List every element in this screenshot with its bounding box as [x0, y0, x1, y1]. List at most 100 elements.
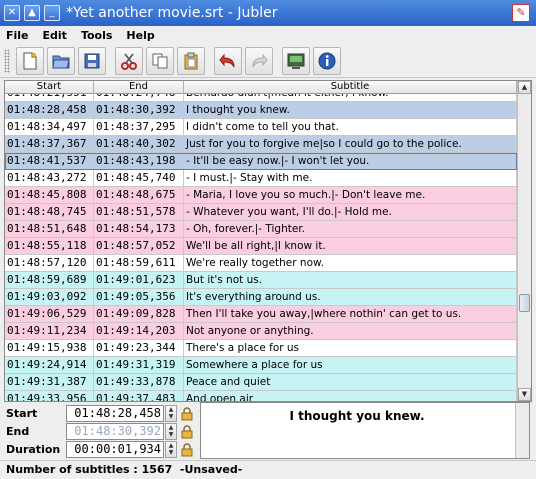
- app-icon: ✎: [512, 4, 530, 22]
- cut-button[interactable]: [115, 46, 143, 75]
- cell-subtitle: There's a place for us: [184, 340, 517, 356]
- redo-button[interactable]: [245, 46, 273, 75]
- cell-start: 01:48:21,551: [5, 94, 94, 101]
- toolbar: [0, 44, 536, 78]
- table-row[interactable]: 01:48:45,808 01:48:48,675- Maria, I love …: [5, 187, 517, 204]
- table-row[interactable]: 01:49:06,529 01:49:09,828 Then I'll take y…: [5, 306, 517, 323]
- scroll-down-button[interactable]: ▼: [518, 388, 531, 401]
- cell-subtitle: Peace and quiet: [184, 374, 517, 390]
- table-row[interactable]: 01:48:48,745 01:48:51,578- Whatever you w…: [5, 204, 517, 221]
- toolbar-grip[interactable]: [4, 48, 10, 73]
- title-bar: ✕ ▲ _ *Yet another movie.srt - Jubler ✎: [0, 0, 536, 26]
- cell-subtitle: And open air: [184, 391, 517, 401]
- cell-subtitle: Bernardo didn't|mean it either, I know.: [184, 94, 517, 101]
- table-row[interactable]: 01:48:43,272 01:48:45,740- I must.|- Stay…: [5, 170, 517, 187]
- cell-end: 01:48:30,392: [94, 102, 184, 118]
- window-title: *Yet another movie.srt - Jubler: [66, 5, 278, 21]
- scroll-up-button[interactable]: ▲: [518, 81, 531, 94]
- scroll-thumb[interactable]: [519, 294, 530, 312]
- cell-subtitle: It's everything around us.: [184, 289, 517, 305]
- info-button[interactable]: [313, 46, 341, 75]
- cell-subtitle: Just for you to forgive me|so I could go…: [184, 136, 517, 152]
- table-row[interactable]: 01:48:21,55101:48:24,748Bernardo didn't|…: [5, 94, 517, 102]
- undo-button[interactable]: [214, 46, 242, 75]
- save-file-button[interactable]: [78, 46, 106, 75]
- table-row[interactable]: 01:49:03,092 01:49:05,356 It's everything …: [5, 289, 517, 306]
- duration-lock-icon[interactable]: [180, 442, 194, 457]
- cell-end: 01:48:40,302: [94, 136, 184, 152]
- end-time-spinner[interactable]: ▲ ▼: [165, 423, 177, 440]
- start-lock-icon[interactable]: [180, 406, 194, 421]
- cell-end: 01:49:37,483: [94, 391, 184, 401]
- table-rows: 01:48:21,55101:48:24,748Bernardo didn't|…: [5, 94, 517, 401]
- cell-end: 01:49:05,356: [94, 289, 184, 305]
- cell-subtitle: I thought you knew.: [184, 102, 517, 118]
- cell-end: 01:49:01,623: [94, 272, 184, 288]
- table-row[interactable]: 01:49:11,234 01:49:14,203 Not anyone or an…: [5, 323, 517, 340]
- table-row[interactable]: 01:48:41,537 01:48:43,198- It'll be easy …: [5, 153, 517, 170]
- table-row[interactable]: 01:48:34,497 01:48:37,295 I didn't come to…: [5, 119, 517, 136]
- end-lock-icon[interactable]: [180, 424, 194, 439]
- paste-button[interactable]: [177, 46, 205, 75]
- column-header-end[interactable]: End: [94, 81, 184, 94]
- cell-subtitle: Somewhere a place for us: [184, 357, 517, 373]
- cell-subtitle: - It'll be easy now.|- I won't let you.: [184, 153, 517, 169]
- maximize-window-button[interactable]: ▲: [24, 5, 40, 21]
- subtitle-editor: Start 01:48:28,458 ▲ ▼ End 01:48:30,392 ▲…: [0, 402, 536, 460]
- table-row[interactable]: 01:48:55,118 01:48:57,052 We'll be all rig…: [5, 238, 517, 255]
- cell-subtitle: I didn't come to tell you that.: [184, 119, 517, 135]
- copy-button[interactable]: [146, 46, 174, 75]
- column-header-subtitle[interactable]: Subtitle: [184, 81, 517, 94]
- subtitle-table[interactable]: Start End Subtitle 01:48:21,55101:48:24,…: [4, 80, 532, 402]
- cell-end: 01:49:31,319: [94, 357, 184, 373]
- table-row[interactable]: 01:48:28,458 01:48:30,392 I thought you kn…: [5, 102, 517, 119]
- cell-start: 01:48:45,808: [5, 187, 94, 203]
- table-row[interactable]: 01:48:37,367 01:48:40,302 Just for you to …: [5, 136, 517, 153]
- duration-field[interactable]: 00:00:01,934: [66, 441, 164, 458]
- table-row[interactable]: 01:49:31,387 01:49:33,878 Peace and quiet: [5, 374, 517, 391]
- close-window-button[interactable]: ✕: [4, 5, 20, 21]
- cell-subtitle: Not anyone or anything.: [184, 323, 517, 339]
- status-bar: Number of subtitles : 1567 -Unsaved-: [0, 460, 536, 479]
- minimize-window-button[interactable]: _: [44, 5, 60, 21]
- preview-button[interactable]: [282, 46, 310, 75]
- table-row[interactable]: 01:49:15,938 01:49:23,344 There's a place …: [5, 340, 517, 357]
- table-row[interactable]: 01:49:33,956 01:49:37,483 And open air: [5, 391, 517, 401]
- cell-start: 01:48:37,367: [5, 136, 94, 152]
- table-vertical-scrollbar[interactable]: ▲ ▼: [517, 81, 531, 401]
- cell-start: 01:48:41,537: [5, 153, 94, 169]
- duration-spinner[interactable]: ▲ ▼: [165, 441, 177, 458]
- subtitle-text-scrollbar[interactable]: [515, 403, 529, 458]
- cell-subtitle: But it's not us.: [184, 272, 517, 288]
- end-time-field[interactable]: 01:48:30,392: [66, 423, 164, 440]
- cell-end: 01:49:09,828: [94, 306, 184, 322]
- table-row[interactable]: 01:48:59,689 01:49:01,623 But it's not us.: [5, 272, 517, 289]
- menu-edit[interactable]: Edit: [43, 29, 67, 42]
- cell-subtitle: We're really together now.: [184, 255, 517, 271]
- cell-start: 01:49:03,092: [5, 289, 94, 305]
- cell-end: 01:48:51,578: [94, 204, 184, 220]
- end-label: End: [6, 425, 30, 438]
- cell-start: 01:48:57,120: [5, 255, 94, 271]
- start-time-spinner[interactable]: ▲ ▼: [165, 405, 177, 422]
- duration-label: Duration: [6, 443, 61, 456]
- subtitle-text-area[interactable]: I thought you knew.: [200, 402, 530, 459]
- paste-icon: [184, 52, 198, 69]
- table-row[interactable]: 01:48:51,648 01:48:54,173- Oh, forever.|-…: [5, 221, 517, 238]
- cell-subtitle: - I must.|- Stay with me.: [184, 170, 517, 186]
- start-time-field[interactable]: 01:48:28,458: [66, 405, 164, 422]
- table-row[interactable]: 01:48:57,120 01:48:59,611 We're really tog…: [5, 255, 517, 272]
- menu-help[interactable]: Help: [126, 29, 154, 42]
- new-file-button[interactable]: [16, 46, 44, 75]
- menu-file[interactable]: File: [6, 29, 29, 42]
- cell-start: 01:48:59,689: [5, 272, 94, 288]
- cell-start: 01:49:15,938: [5, 340, 94, 356]
- cell-start: 01:48:55,118: [5, 238, 94, 254]
- menu-tools[interactable]: Tools: [81, 29, 112, 42]
- table-row[interactable]: 01:49:24,914 01:49:31,319 Somewhere a plac…: [5, 357, 517, 374]
- open-file-button[interactable]: [47, 46, 75, 75]
- cell-subtitle: We'll be all right,|I know it.: [184, 238, 517, 254]
- cell-subtitle: - Maria, I love you so much.|- Don't lea…: [184, 187, 517, 203]
- column-header-start[interactable]: Start: [5, 81, 94, 94]
- cell-end: 01:49:14,203: [94, 323, 184, 339]
